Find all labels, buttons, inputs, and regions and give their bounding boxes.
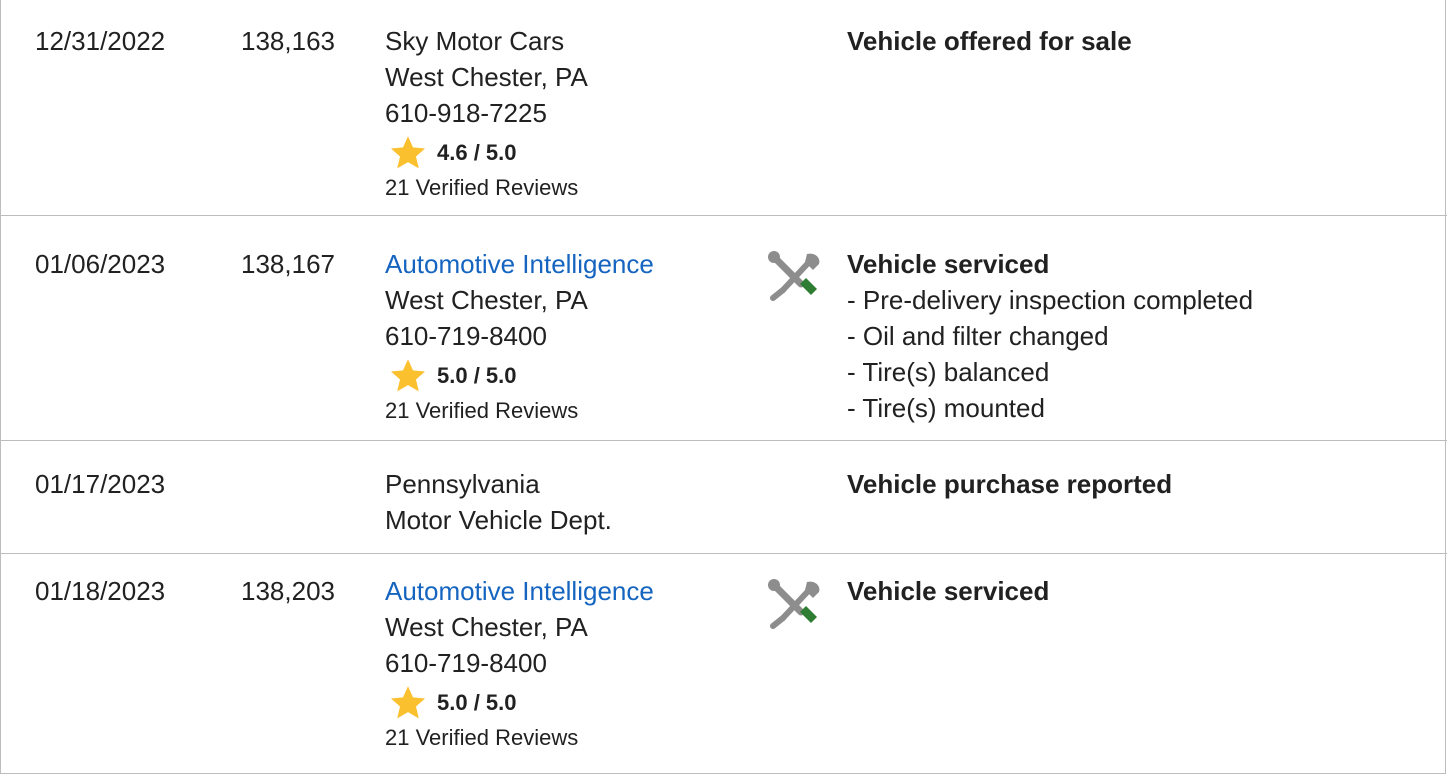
record-date: 01/18/2023 [35, 576, 166, 606]
wrench-screwdriver-icon [767, 250, 823, 307]
verified-reviews-count: 21 Verified Reviews [385, 175, 579, 200]
source-name: Pennsylvania [385, 469, 540, 499]
table-row: 12/31/2022 138,163 Sky Motor Cars West C… [1, 0, 1447, 216]
star-icon [390, 136, 426, 169]
source-name-link[interactable]: Automotive Intelligence [385, 573, 654, 609]
table-row: 01/06/2023 138,167 Automotive Intelligen… [1, 216, 1447, 441]
source-phone: 610-918-7225 [385, 98, 547, 128]
record-date: 12/31/2022 [35, 26, 166, 56]
record-title: Vehicle offered for sale [847, 26, 1132, 56]
record-title: Vehicle purchase reported [847, 469, 1173, 499]
rating-score: 5.0 / 5.0 [437, 363, 517, 388]
vehicle-history-table: 12/31/2022 138,163 Sky Motor Cars West C… [0, 0, 1447, 774]
table-row: 01/17/2023 Pennsylvania Motor Vehicle De… [1, 441, 1447, 554]
record-source: Sky Motor Cars West Chester, PA 610-918-… [385, 23, 588, 203]
star-icon [390, 686, 426, 719]
record-odometer: 138,163 [241, 26, 335, 56]
source-name-line2: Motor Vehicle Dept. [385, 505, 612, 535]
verified-reviews-count: 21 Verified Reviews [385, 398, 579, 423]
source-rating: 4.6 / 5.0 [385, 133, 588, 173]
record-odometer: 138,203 [241, 576, 335, 606]
record-comments: Vehicle offered for sale [847, 23, 1132, 59]
record-comments: Vehicle serviced [847, 573, 1049, 609]
record-comments: Vehicle serviced - Pre-delivery inspecti… [847, 246, 1253, 426]
source-rating: 5.0 / 5.0 [385, 356, 654, 396]
source-name-link[interactable]: Automotive Intelligence [385, 246, 654, 282]
verified-reviews-count: 21 Verified Reviews [385, 725, 579, 750]
source-phone: 610-719-8400 [385, 648, 547, 678]
star-icon [390, 359, 426, 392]
source-name: Sky Motor Cars [385, 26, 565, 56]
table-row: 01/18/2023 138,203 Automotive Intelligen… [1, 554, 1447, 774]
record-source: Automotive Intelligence West Chester, PA… [385, 573, 654, 753]
record-source: Pennsylvania Motor Vehicle Dept. [385, 466, 612, 538]
service-detail: - Pre-delivery inspection completed [847, 285, 1254, 315]
source-rating: 5.0 / 5.0 [385, 683, 654, 723]
source-city: West Chester, PA [385, 285, 588, 315]
record-odometer: 138,167 [241, 249, 335, 279]
record-date: 01/06/2023 [35, 249, 166, 279]
record-source: Automotive Intelligence West Chester, PA… [385, 246, 654, 426]
record-date: 01/17/2023 [35, 469, 166, 499]
source-phone: 610-719-8400 [385, 321, 547, 351]
wrench-screwdriver-icon [767, 578, 823, 635]
service-detail: - Tire(s) balanced [847, 357, 1050, 387]
record-title: Vehicle serviced [847, 576, 1050, 606]
rating-score: 5.0 / 5.0 [437, 690, 517, 715]
service-detail: - Oil and filter changed [847, 321, 1109, 351]
rating-score: 4.6 / 5.0 [437, 140, 517, 165]
record-title: Vehicle serviced [847, 249, 1050, 279]
source-city: West Chester, PA [385, 612, 588, 642]
source-city: West Chester, PA [385, 62, 588, 92]
record-comments: Vehicle purchase reported [847, 466, 1172, 502]
service-detail: - Tire(s) mounted [847, 393, 1045, 423]
